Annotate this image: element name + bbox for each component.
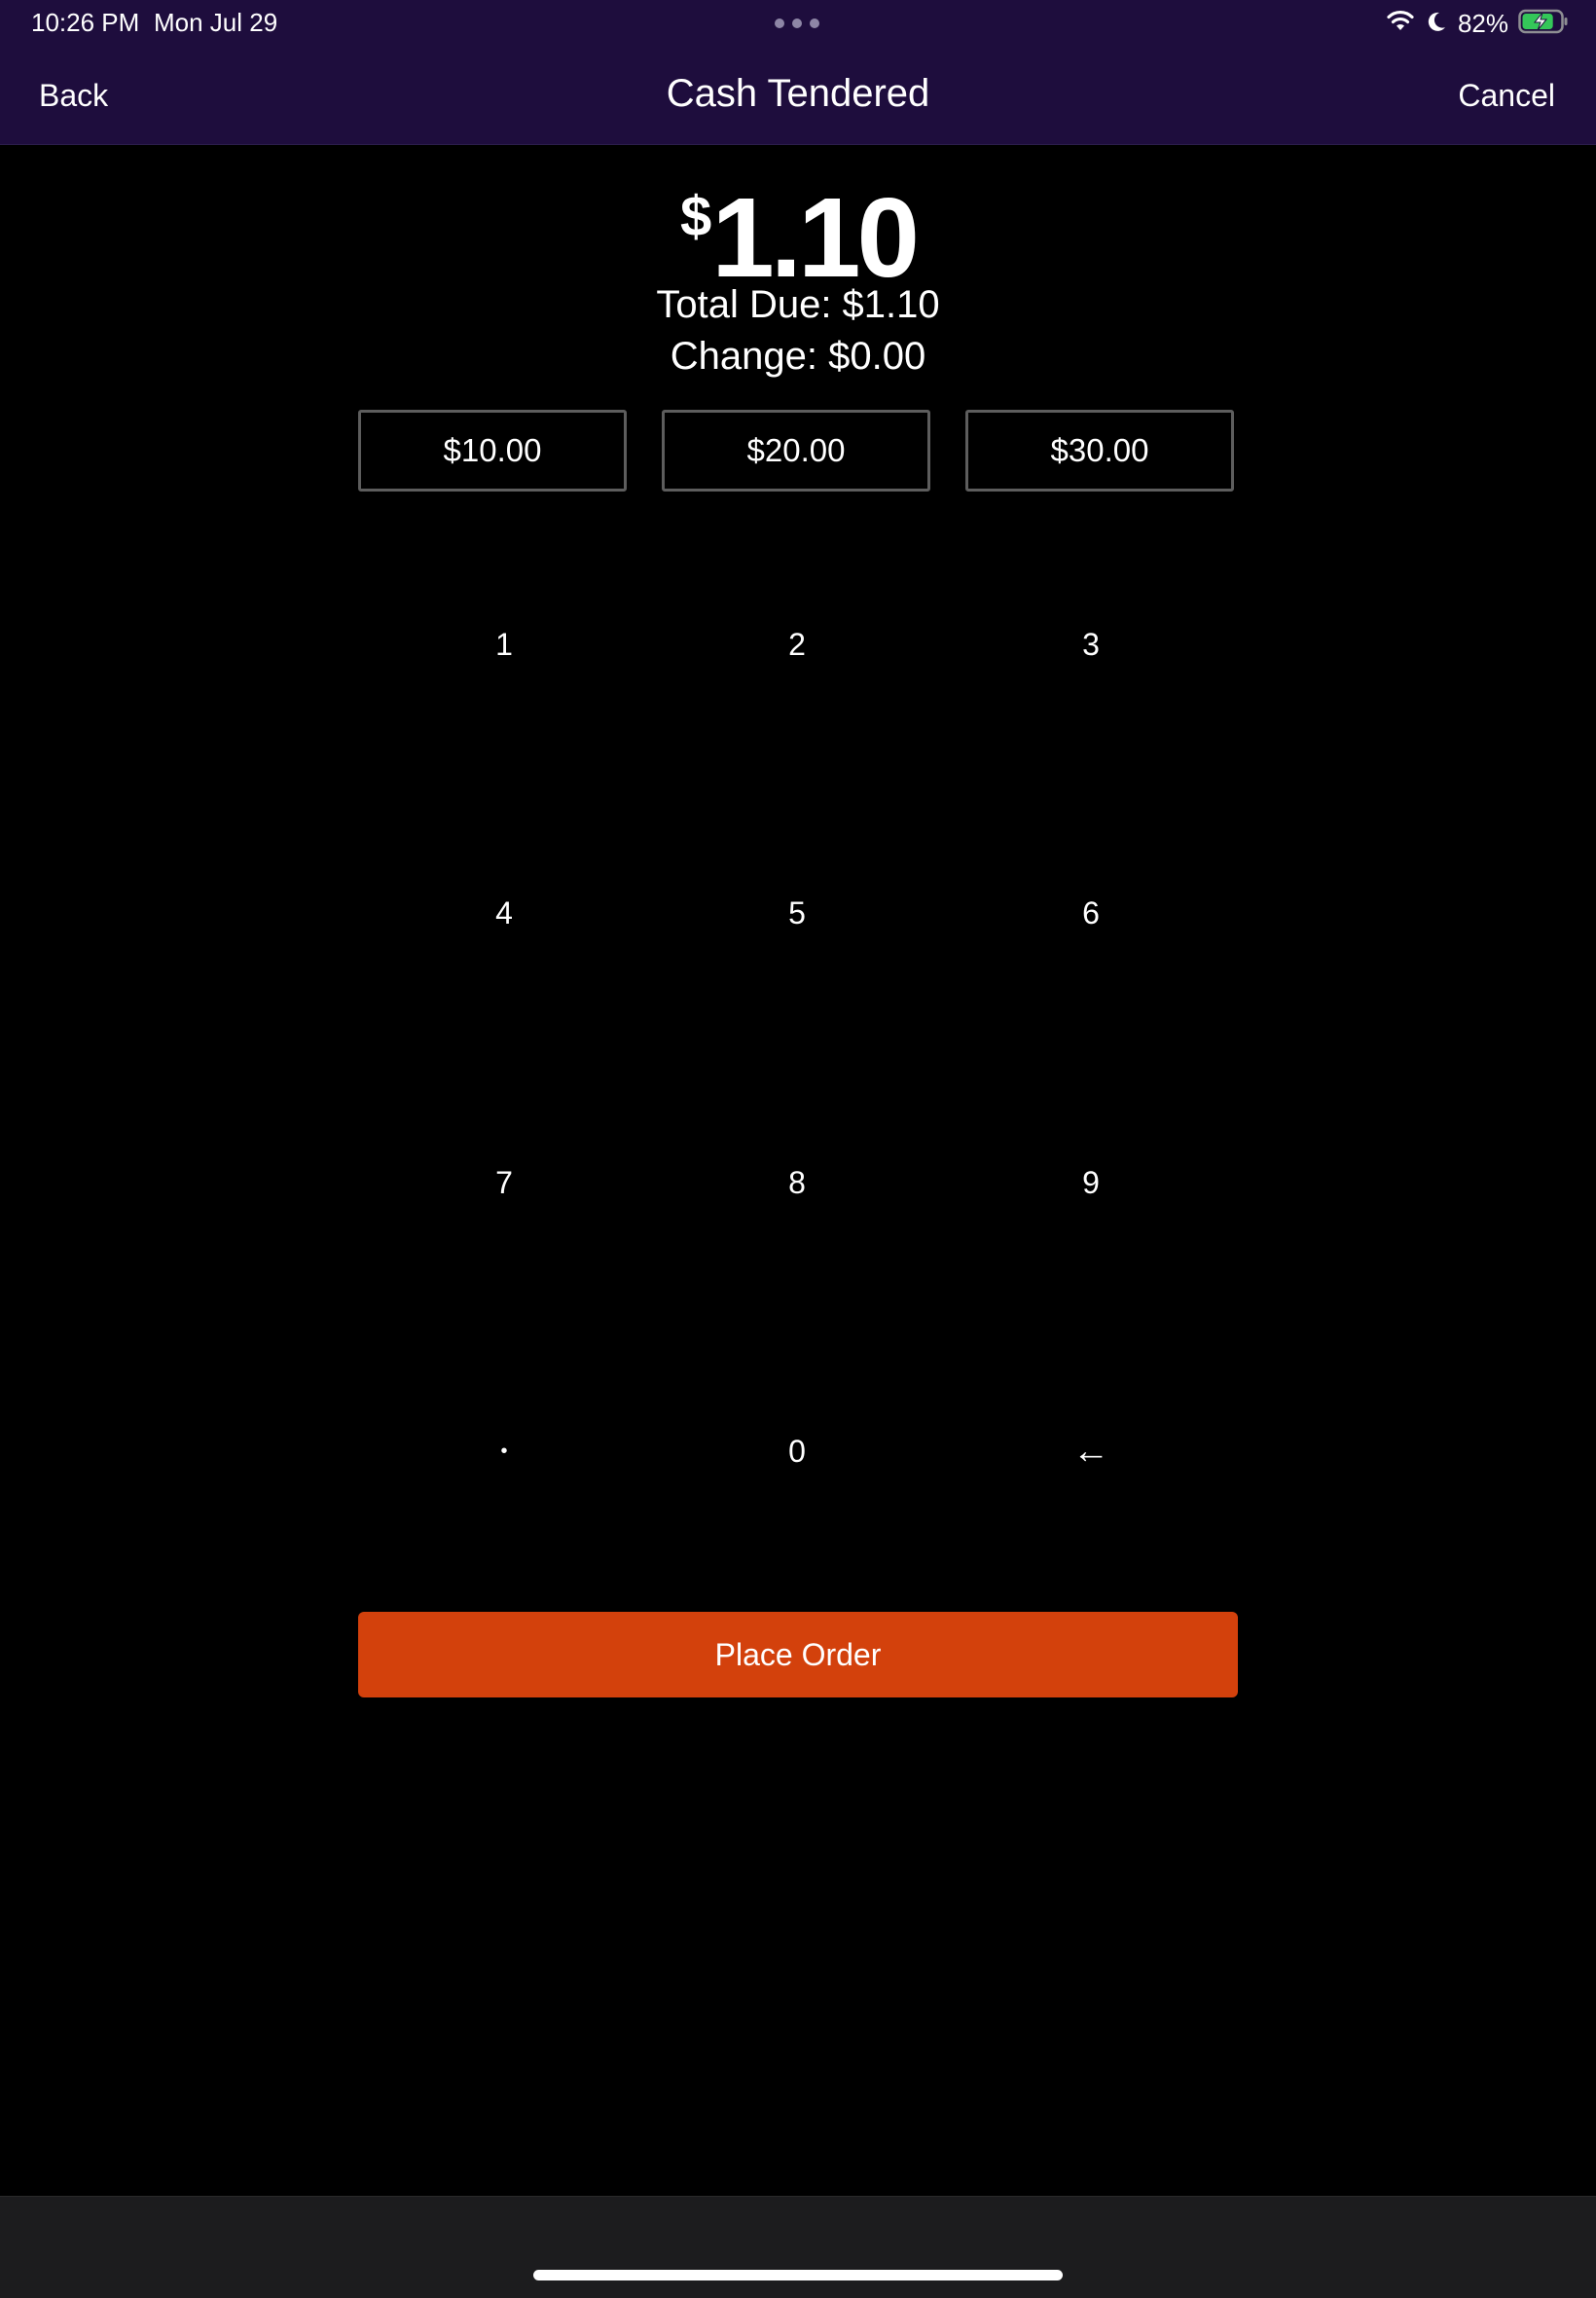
navigation-header: 10:26 PM Mon Jul 29 82% Back Cash Tender…	[0, 0, 1596, 145]
currency-symbol: $	[679, 185, 712, 248]
bottom-bar	[0, 2196, 1596, 2298]
battery-charging-icon	[1518, 9, 1569, 39]
page-title: Cash Tendered	[666, 72, 930, 115]
key-4[interactable]: 4	[387, 864, 621, 962]
key-6[interactable]: 6	[974, 864, 1208, 962]
key-0[interactable]: 0	[680, 1403, 914, 1500]
key-3[interactable]: 3	[974, 596, 1208, 693]
key-8[interactable]: 8	[680, 1134, 914, 1231]
quick-amount-20-button[interactable]: $20.00	[662, 410, 930, 492]
total-due: Total Due: $1.10	[656, 283, 940, 326]
quick-amount-30-button[interactable]: $30.00	[965, 410, 1234, 492]
quick-amount-10-button[interactable]: $10.00	[358, 410, 627, 492]
key-7[interactable]: 7	[387, 1134, 621, 1231]
place-order-button[interactable]: Place Order	[358, 1612, 1238, 1697]
cancel-button[interactable]: Cancel	[1458, 76, 1555, 115]
status-date: Mon Jul 29	[154, 8, 278, 37]
change-due: Change: $0.00	[670, 335, 926, 378]
key-1[interactable]: 1	[387, 596, 621, 693]
status-indicators: 82%	[1386, 6, 1569, 41]
multitasking-dots-icon[interactable]	[775, 18, 819, 29]
key-decimal[interactable]: •	[387, 1403, 621, 1500]
key-2[interactable]: 2	[680, 596, 914, 693]
wifi-icon	[1386, 10, 1415, 38]
home-indicator[interactable]	[533, 2270, 1063, 2280]
moon-icon	[1425, 10, 1448, 38]
key-9[interactable]: 9	[974, 1134, 1208, 1231]
battery-percentage: 82%	[1457, 9, 1508, 38]
key-5[interactable]: 5	[680, 864, 914, 962]
backspace-key[interactable]: ←	[974, 1403, 1208, 1500]
status-time: 10:26 PM	[31, 8, 140, 37]
